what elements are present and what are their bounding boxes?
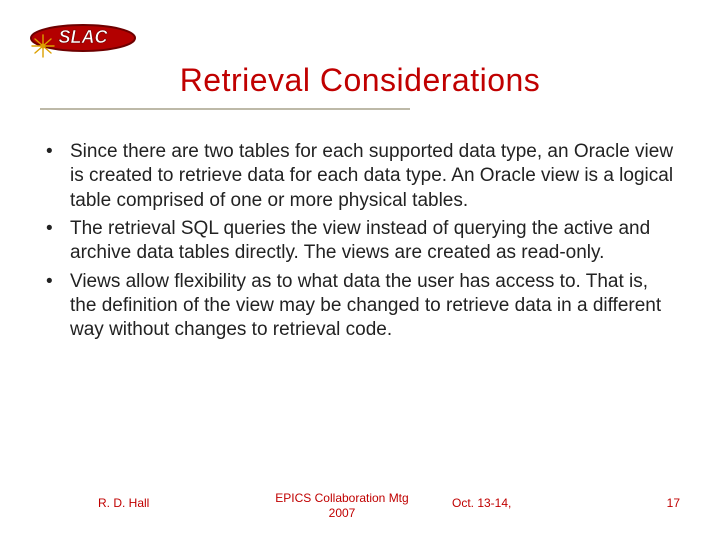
title-wrap: Retrieval Considerations — [0, 62, 720, 99]
footer-author: R. D. Hall — [98, 496, 149, 510]
svg-text:SLAC: SLAC — [59, 27, 109, 47]
footer-event: EPICS Collaboration Mtg 2007 — [262, 491, 422, 522]
slide-title: Retrieval Considerations — [180, 62, 541, 99]
slide-body: Since there are two tables for each supp… — [46, 140, 674, 347]
bullet-item: The retrieval SQL queries the view inste… — [46, 217, 674, 266]
slac-logo: SLAC — [28, 10, 138, 63]
slac-logo-icon: SLAC — [28, 10, 138, 58]
bullet-item: Views allow flexibility as to what data … — [46, 270, 674, 343]
slide: SLAC Retrieval Considerations Since ther… — [0, 0, 720, 540]
title-underline — [40, 108, 410, 110]
footer-date: Oct. 13-14, — [452, 496, 511, 510]
bullet-list: Since there are two tables for each supp… — [46, 140, 674, 343]
bullet-item: Since there are two tables for each supp… — [46, 140, 674, 213]
footer-page-number: 17 — [667, 496, 680, 510]
